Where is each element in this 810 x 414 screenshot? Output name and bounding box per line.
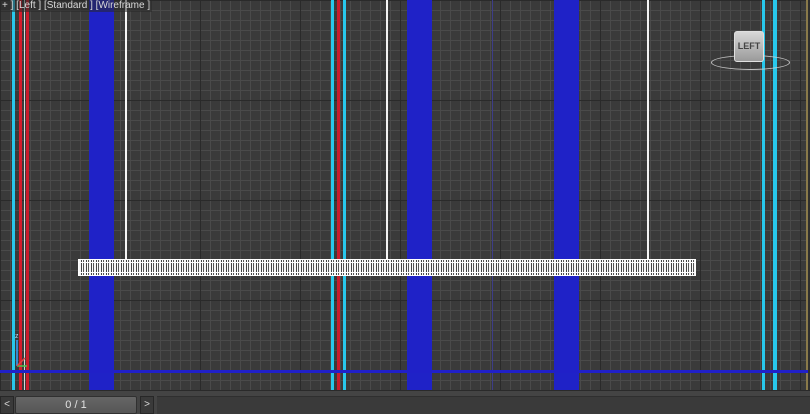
blue-column: [407, 0, 432, 390]
timeline-track[interactable]: [157, 396, 810, 414]
x-axis-line: [16, 357, 26, 367]
white-wireframe-beam[interactable]: [78, 259, 696, 276]
cyan-column-line: [343, 0, 346, 390]
z-axis-label: z: [15, 333, 19, 340]
previous-frame-button[interactable]: <: [0, 396, 14, 414]
red-column-line: [337, 0, 340, 390]
blue-floor-line: [0, 370, 808, 373]
blue-column: [554, 0, 579, 390]
viewport-label[interactable]: + ] [Left ] [Standard ] [Wireframe ]: [0, 0, 153, 12]
white-support-line: [125, 0, 127, 260]
dark-blue-guide-line: [492, 0, 493, 390]
cyan-column-line: [331, 0, 334, 390]
white-support-line: [386, 0, 388, 260]
left-wireframe-viewport[interactable]: + ] [Left ] [Standard ] [Wireframe ] LEF…: [0, 0, 808, 390]
time-slider-frame-counter[interactable]: 0 / 1: [15, 396, 137, 414]
axis-gizmo-icon: z: [15, 333, 27, 367]
next-frame-button[interactable]: >: [140, 396, 154, 414]
blue-column: [89, 0, 114, 390]
3d-modeling-app: + ] [Left ] [Standard ] [Wireframe ] LEF…: [0, 0, 810, 414]
white-support-line: [647, 0, 649, 260]
viewcube-left-face[interactable]: LEFT: [734, 31, 764, 62]
time-slider-bar: < 0 / 1 >: [0, 390, 810, 414]
